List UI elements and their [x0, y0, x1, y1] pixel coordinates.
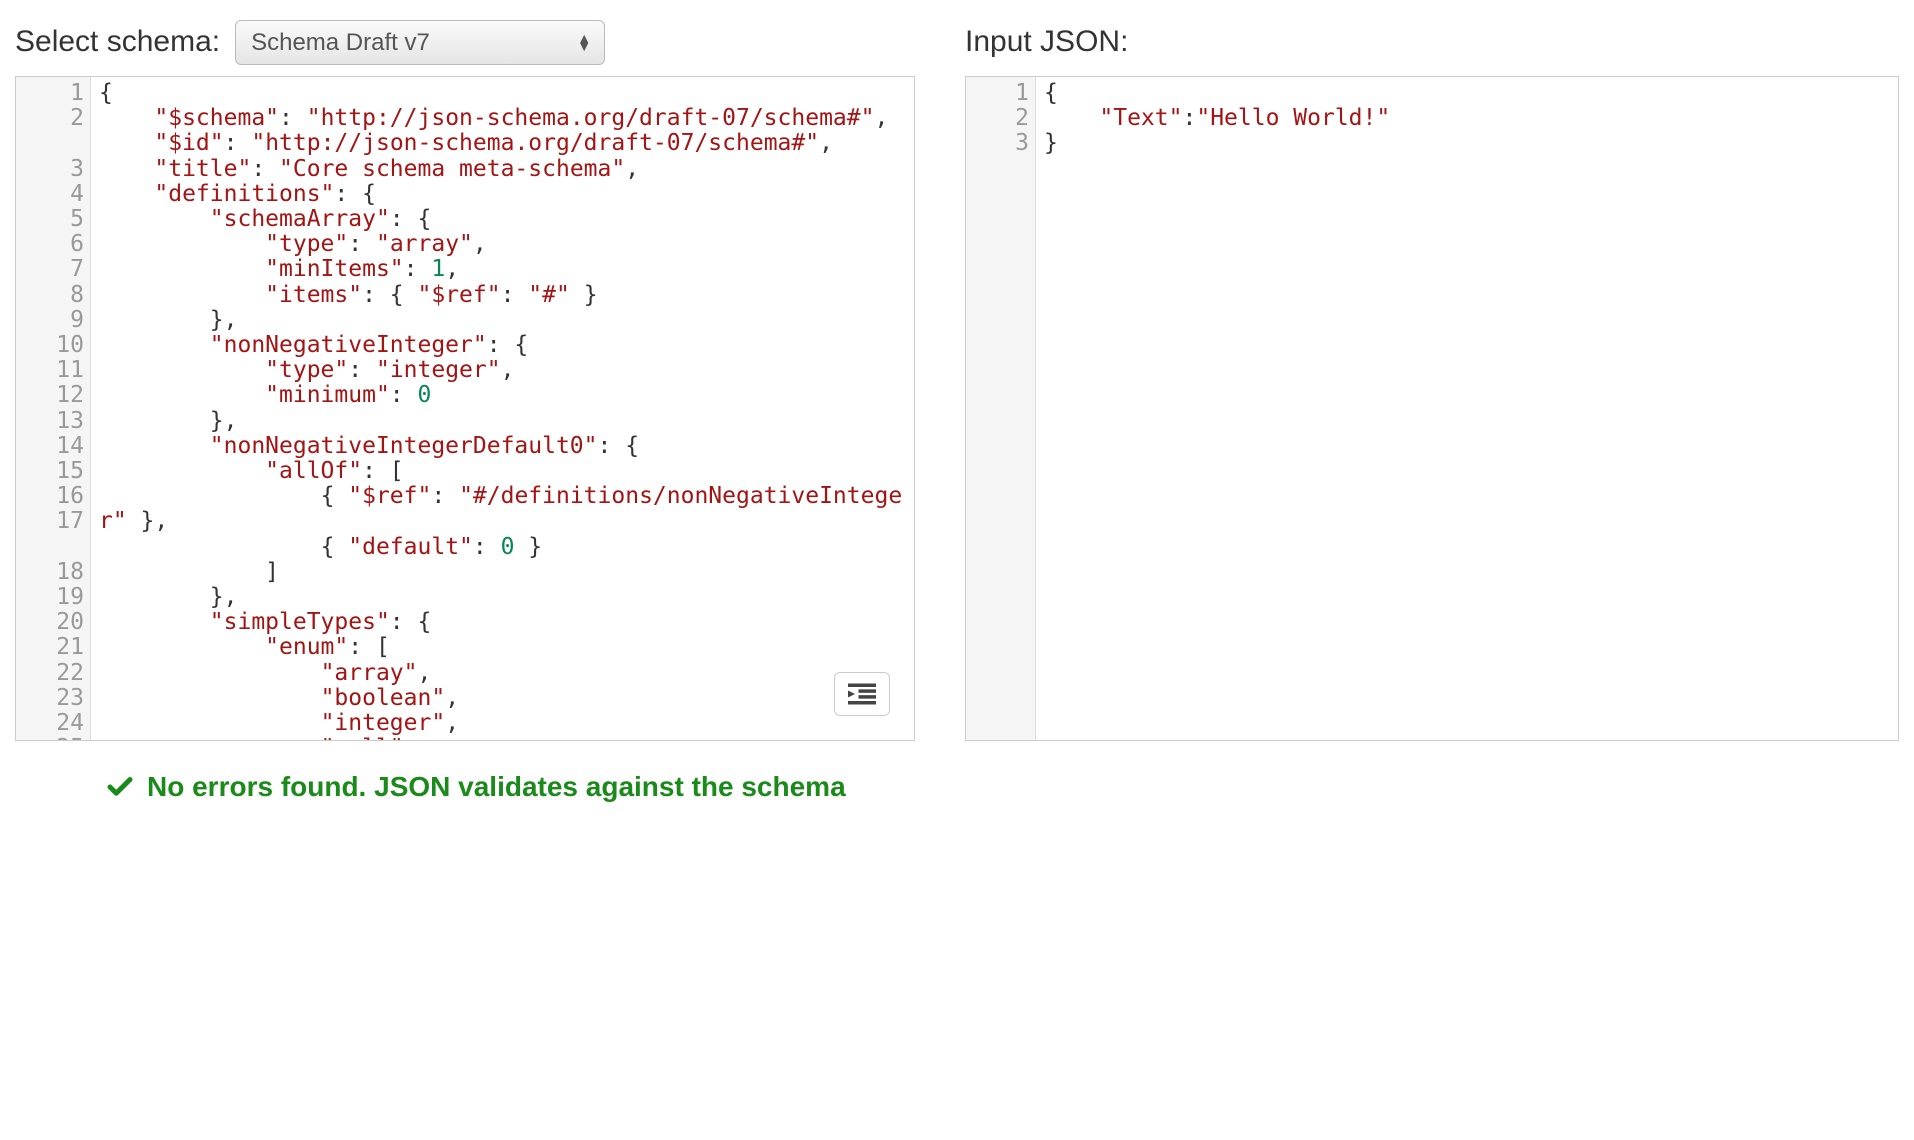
input-code[interactable]: { "Text":"Hello World!" }	[1036, 77, 1898, 740]
schema-gutter: 1 2 3 4 5 6 7 8 9 10 11 12 13 14 15 16 1…	[16, 77, 91, 740]
indent-button[interactable]	[834, 672, 890, 716]
schema-label: Select schema:	[15, 25, 220, 59]
schema-editor[interactable]: 1 2 3 4 5 6 7 8 9 10 11 12 13 14 15 16 1…	[15, 76, 915, 741]
indent-icon	[848, 683, 876, 705]
check-icon	[105, 772, 135, 802]
schema-header: Select schema: Schema Draft v7 ▲▼	[15, 20, 915, 64]
status-text: No errors found. JSON validates against …	[147, 771, 846, 803]
input-gutter: 1 2 3	[966, 77, 1036, 740]
schema-code[interactable]: { "$schema": "http://json-schema.org/dra…	[91, 77, 914, 740]
input-editor[interactable]: 1 2 3 { "Text":"Hello World!" }	[965, 76, 1899, 741]
schema-select[interactable]: Schema Draft v7	[235, 20, 605, 65]
status-message: No errors found. JSON validates against …	[105, 771, 1899, 803]
input-header: Input JSON:	[965, 20, 1899, 64]
input-label: Input JSON:	[965, 25, 1128, 59]
